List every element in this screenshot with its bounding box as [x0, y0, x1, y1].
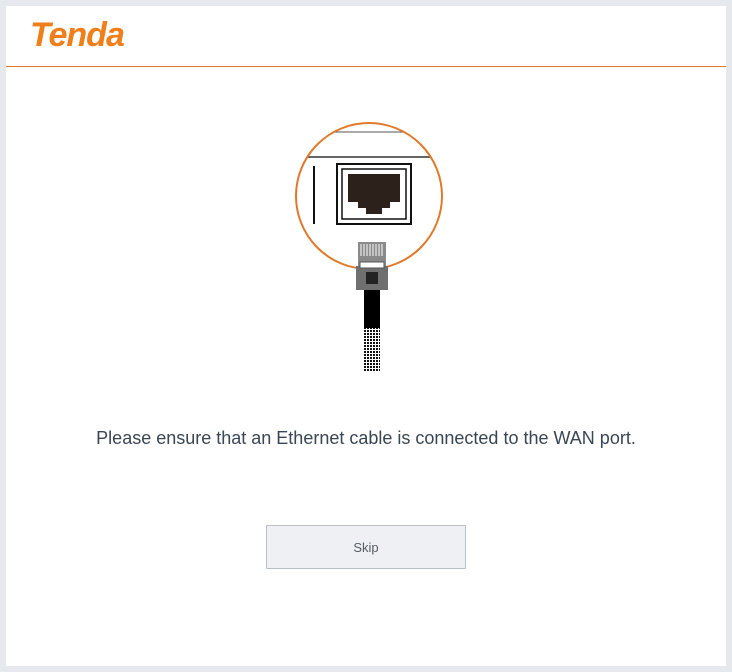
tenda-logo: Tenda: [30, 16, 125, 54]
ethernet-cable-wan-port-icon: [295, 122, 443, 372]
header: Tenda: [6, 6, 726, 67]
setup-card: Tenda Please ensure that an Ethernet cab…: [6, 6, 726, 666]
instruction-message: Please ensure that an Ethernet cable is …: [96, 428, 636, 448]
skip-button[interactable]: Skip: [266, 525, 466, 569]
